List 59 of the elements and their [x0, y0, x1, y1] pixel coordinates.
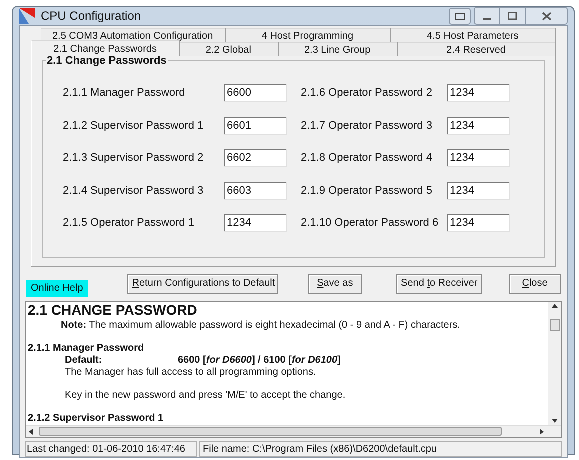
- vertical-scrollbar[interactable]: [548, 302, 561, 425]
- help-paragraph: Key in the new password and press 'M/E' to accept the change.: [64, 390, 347, 402]
- field-label: 2.1.8 Operator Password 4: [301, 151, 434, 166]
- field-label: 2.1.10 Operator Password 6: [301, 216, 440, 231]
- tab[interactable]: 2.1 Change Passwords: [31, 40, 180, 56]
- maximize-button[interactable]: [500, 7, 526, 25]
- field-label: 2.1.4 Supervisor Password 3: [63, 184, 205, 198]
- password-field[interactable]: 1234: [224, 214, 287, 232]
- window-icon: [455, 12, 465, 20]
- tab[interactable]: 2.3 Line Group: [278, 42, 398, 56]
- field-label: 2.1.5 Operator Password 1: [63, 216, 196, 231]
- field-label: 2.1.3 Supervisor Password 2: [63, 151, 205, 166]
- password-field[interactable]: 1234: [447, 116, 510, 135]
- field-label: 2.1.2 Supervisor Password 1: [63, 118, 205, 134]
- help-subheading: 2.1.1 Manager Password: [28, 342, 146, 355]
- field-label: 2.1.9 Operator Password 5: [301, 184, 434, 198]
- password-field[interactable]: 6603: [224, 182, 287, 200]
- help-subheading: 2.1.2 Supervisor Password 1: [28, 412, 165, 425]
- window-title: CPU Configuration: [41, 8, 142, 25]
- field-label: 2.1.7 Operator Password 3: [301, 118, 434, 134]
- minimize-icon: [483, 18, 491, 20]
- password-field[interactable]: 6601: [224, 116, 287, 135]
- password-field[interactable]: 6602: [224, 149, 287, 168]
- status-text: File name: C:\Program Files (x86)\D6200\default.cpu: [199, 441, 562, 457]
- tab[interactable]: 2.2 Global: [180, 42, 279, 56]
- default-value: 6600 [for D6600] / 6100 [for D6100]: [178, 355, 341, 367]
- help-paragraph: The Manager has full access to all programming options.: [64, 367, 318, 379]
- close-icon: [542, 12, 552, 20]
- horizontal-scrollbar[interactable]: [26, 425, 561, 437]
- field-label: 2.1.6 Operator Password 2: [301, 86, 434, 101]
- password-field[interactable]: 1234: [447, 182, 510, 200]
- default-label: Default:: [65, 355, 104, 367]
- dialog-button[interactable]: Return Configurations to Default: [127, 274, 278, 294]
- scrollbar-thumb[interactable]: [550, 318, 560, 330]
- dialog-button[interactable]: Send to Receiver: [396, 274, 482, 294]
- window-mode-button[interactable]: [449, 8, 471, 24]
- help-note: Note: The maximum allowable password is eight hexadecimal (0 - 9 and A - F) characters.: [60, 319, 462, 332]
- maximize-icon: [508, 12, 517, 20]
- password-field[interactable]: 1234: [447, 149, 510, 168]
- scroll-right-icon: [540, 428, 544, 434]
- tab[interactable]: 4.5 Host Parameters: [390, 28, 556, 42]
- password-field[interactable]: 1234: [447, 214, 510, 232]
- scroll-up-icon: [552, 304, 558, 308]
- scroll-down-icon: [552, 419, 558, 423]
- password-field[interactable]: 6600: [224, 84, 287, 102]
- scroll-left-icon: [29, 428, 33, 434]
- dialog-button[interactable]: Save as: [308, 274, 362, 294]
- help-title: 2.1 CHANGE PASSWORD: [28, 302, 198, 319]
- tab[interactable]: 4 Host Programming: [226, 28, 391, 42]
- tab[interactable]: 2.4 Reserved: [398, 42, 556, 56]
- app-logo-icon: [19, 8, 35, 24]
- close-window-button[interactable]: [526, 7, 568, 25]
- minimize-button[interactable]: [474, 7, 500, 25]
- scrollbar-thumb[interactable]: [39, 427, 502, 436]
- status-text: Last changed: 01-06-2010 16:47:46: [25, 441, 197, 457]
- password-field[interactable]: 1234: [447, 84, 510, 102]
- online-help-label: Online Help: [26, 280, 88, 296]
- dialog-button[interactable]: Close: [509, 274, 561, 294]
- field-label: 2.1.1 Manager Password: [63, 86, 186, 101]
